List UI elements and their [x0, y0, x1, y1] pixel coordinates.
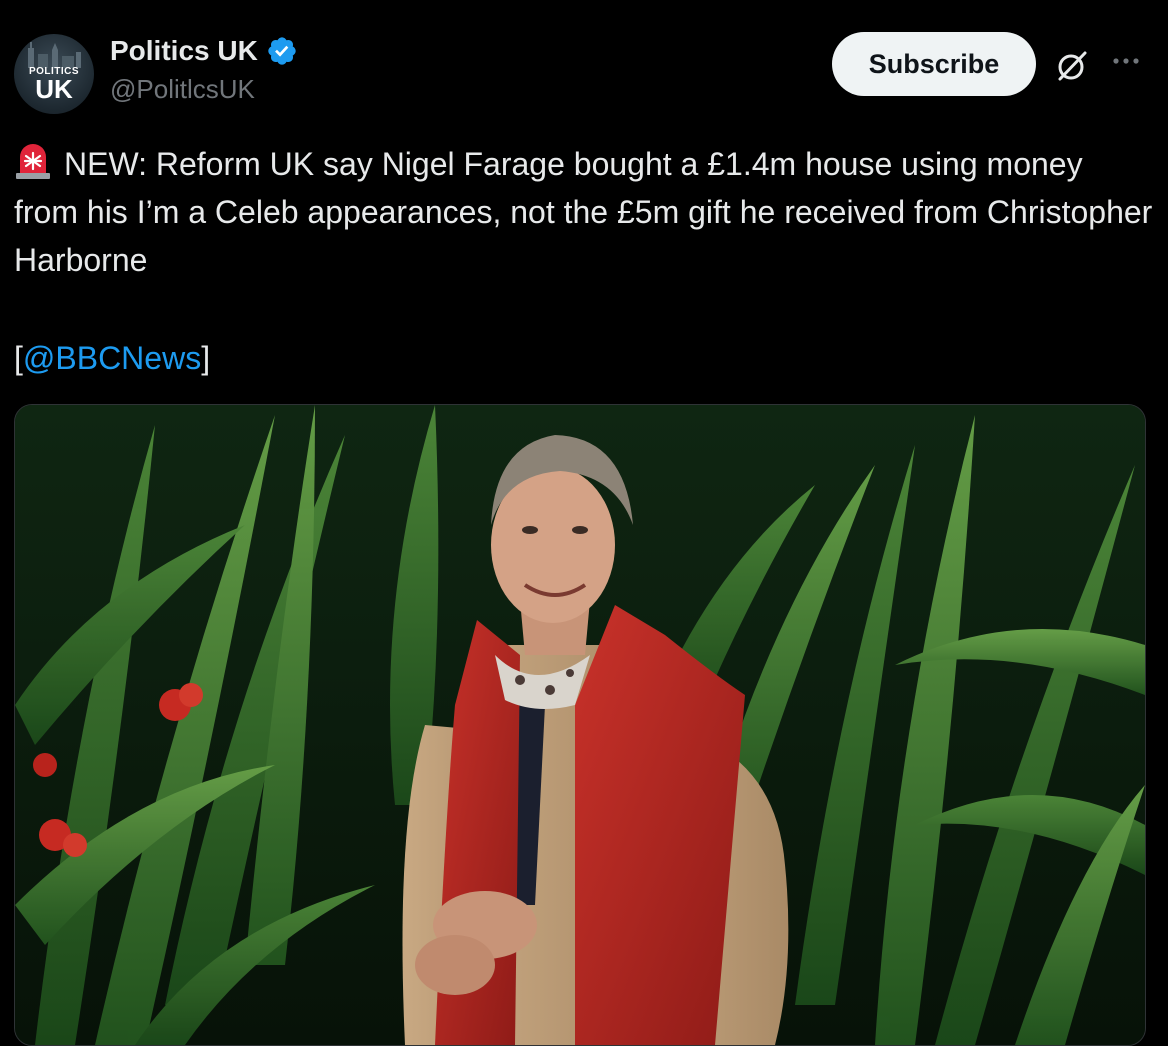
siren-icon — [16, 144, 50, 179]
photo-illustration — [15, 405, 1145, 1045]
display-name[interactable]: Politics UK — [110, 35, 258, 67]
subscribe-button[interactable]: Subscribe — [832, 32, 1036, 96]
tweet-text: NEW: Reform UK say Nigel Farage bought a… — [14, 140, 1154, 284]
more-options-icon[interactable] — [1108, 46, 1144, 76]
tweet-photo[interactable] — [14, 404, 1146, 1046]
verified-badge-icon[interactable] — [266, 35, 298, 67]
grok-icon[interactable] — [1054, 48, 1090, 84]
tweet-header: POLITICS UK Politics UK @PolitlcsUK Subs… — [14, 28, 1154, 118]
tweet-body: NEW: Reform UK say Nigel Farage bought a… — [14, 146, 1153, 278]
name-block: Politics UK @PolitlcsUK — [110, 32, 298, 105]
display-name-row: Politics UK — [110, 32, 298, 70]
avatar-logo-big: UK — [35, 74, 73, 104]
credit-open: [ — [14, 340, 23, 376]
credit-close: ] — [201, 340, 211, 376]
tweet-credit: [@BBCNews] — [14, 334, 210, 382]
avatar[interactable]: POLITICS UK — [14, 34, 94, 114]
mention-link[interactable]: @BBCNews — [23, 340, 201, 376]
handle[interactable]: @PolitlcsUK — [110, 74, 298, 105]
